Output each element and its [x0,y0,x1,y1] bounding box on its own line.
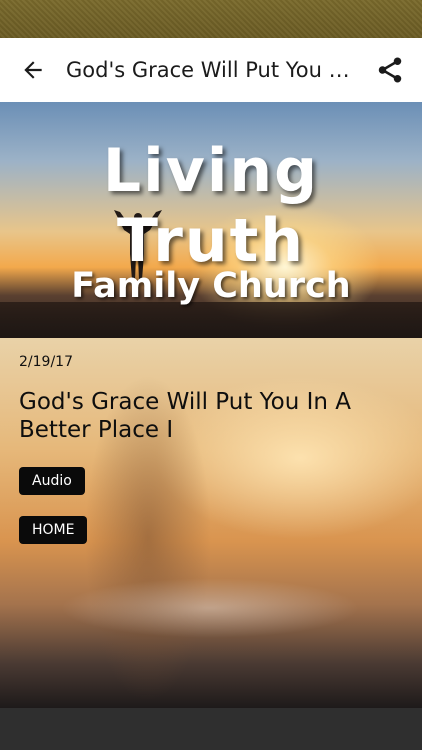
share-button[interactable] [358,38,422,102]
church-banner: Living Truth Family Church [0,102,422,338]
status-bar [0,0,422,38]
home-button[interactable]: HOME [19,516,88,544]
arrow-left-icon [24,61,42,79]
back-button[interactable] [0,38,66,102]
banner-title: Living Truth [102,136,320,276]
banner-subtitle: Family Church [71,266,351,306]
app-bar: God's Grace Will Put You In A Better Pla… [0,38,422,102]
sermon-date: 2/19/17 [19,354,73,370]
banner-shoreline [0,302,422,338]
sermon-detail: 2/19/17 God's Grace Will Put You In A Be… [0,338,422,708]
audio-button[interactable]: Audio [19,467,85,495]
share-icon [378,57,402,83]
page-title: God's Grace Will Put You In A Better Pla… [66,58,358,82]
bottom-bar [0,708,422,750]
sermon-title: God's Grace Will Put You In A Better Pla… [19,389,352,443]
